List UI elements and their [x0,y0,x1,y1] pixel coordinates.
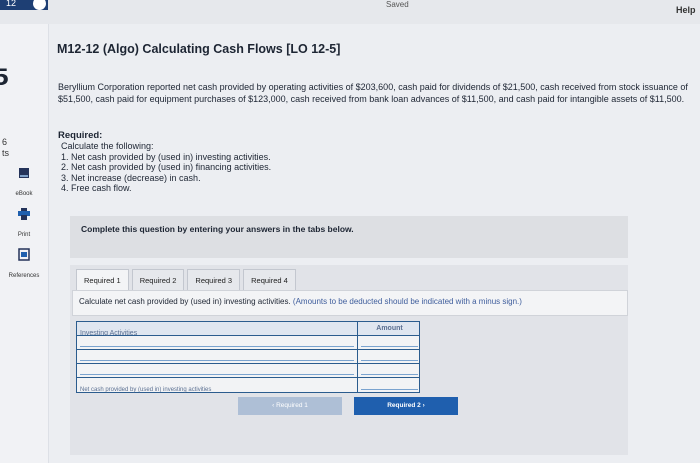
problem-text: Beryllium Corporation reported net cash … [58,82,688,104]
required-item: 2. Net cash provided by (used in) financ… [61,162,272,172]
top-bar: 12 Saved Help [0,0,700,24]
table-row [76,350,420,364]
instruction-box: Calculate net cash provided by (used in)… [72,290,628,316]
required-item: 3. Net increase (decrease) in cash. [61,172,201,183]
total-amount-input[interactable] [358,378,421,392]
amount-input[interactable] [358,350,421,363]
investing-activities-table: Investing Activities Amount Net cash pro… [76,321,420,393]
total-label: Net cash provided by (used in) investing… [80,387,212,393]
printer-icon [18,208,30,220]
next-button[interactable]: Required 2 › [354,397,458,415]
ebook-icon [19,168,29,178]
top-left-bar: 12 [0,0,48,10]
previous-button[interactable]: ‹ Required 1 [238,397,342,415]
tab-required-4[interactable]: Required 4 [243,269,296,291]
instructions-banner: Complete this question by entering your … [70,216,628,258]
required-item: 1. Net cash provided by (used in) invest… [61,151,271,162]
status-circle-icon [33,0,46,10]
instruction-text: Calculate net cash provided by (used in)… [79,297,522,306]
activity-select[interactable] [77,336,358,349]
amount-input[interactable] [358,364,421,377]
table-row [76,336,420,350]
help-link[interactable]: Help [676,5,696,15]
tab-required-1[interactable]: Required 1 [76,269,129,291]
table-header-row: Investing Activities Amount [76,321,420,337]
activity-select[interactable] [77,364,358,377]
sidebar-item-label: References [8,273,40,279]
instruction-note: (Amounts to be deducted should be indica… [292,297,522,306]
saved-status: Saved [386,0,409,9]
sidebar-item-references[interactable]: References [0,248,48,282]
instruction-main: Calculate net cash provided by (used in)… [79,297,291,306]
required-item: 4. Free cash flow. [61,183,132,193]
sidebar-item-label: Print [17,232,31,238]
answer-panel: Required 1 Required 2 Required 3 Require… [70,265,628,455]
sidebar-item-ebook[interactable]: eBook [0,167,48,200]
required-intro: Calculate the following: [61,141,154,151]
tab-required-3[interactable]: Required 3 [187,269,241,291]
required-list: Calculate the following: 1. Net cash pro… [61,141,271,194]
question-title: M12-12 (Algo) Calculating Cash Flows [LO… [57,42,341,56]
references-icon [18,248,30,261]
points-indicator: 6 ts [2,137,10,158]
sidebar: 5 6 ts eBook Print References [0,24,49,463]
tab-bar: Required 1 Required 2 Required 3 Require… [76,269,299,291]
total-row: Net cash provided by (used in) investing… [76,378,420,393]
sidebar-item-print[interactable]: Print [0,208,48,241]
banner-text: Complete this question by entering your … [81,224,354,234]
required-heading: Required: [58,130,103,141]
sidebar-item-label: eBook [15,191,33,197]
activity-select[interactable] [77,350,358,363]
header-amount: Amount [376,325,403,332]
amount-input[interactable] [358,336,421,349]
table-row [76,364,420,378]
corner-text: 12 [6,0,17,8]
chevron-right-icon: › [420,402,425,409]
tab-required-2[interactable]: Required 2 [131,269,185,291]
question-number: 5 [0,64,9,92]
